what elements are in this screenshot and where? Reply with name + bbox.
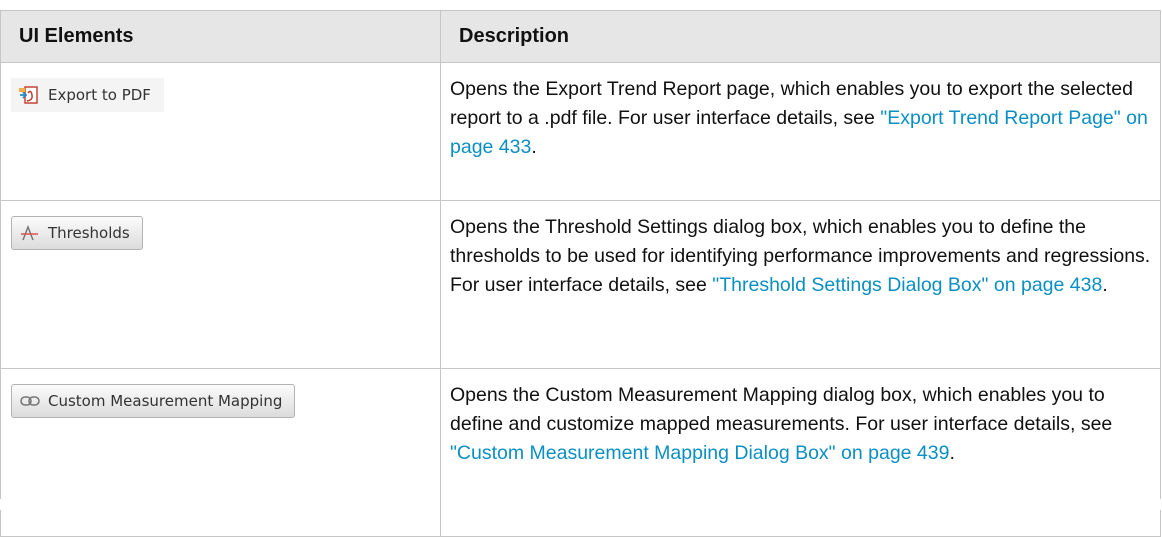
- header-ui-elements: UI Elements: [0, 10, 441, 63]
- custom-measurement-mapping-link[interactable]: "Custom Measurement Mapping Dialog Box" …: [450, 442, 949, 464]
- custom-measurement-mapping-button[interactable]: Custom Measurement Mapping: [11, 384, 296, 418]
- table-row: Thresholds Opens the Threshold Settings …: [0, 200, 1161, 369]
- export-to-pdf-button[interactable]: Export to PDF: [11, 78, 164, 112]
- page-cut-off: [0, 499, 1162, 510]
- ui-elements-table: UI Elements Description Export to PDF Op…: [0, 10, 1161, 537]
- description-cell: Opens the Threshold Settings dialog box,…: [440, 200, 1161, 369]
- description-cell: Opens the Export Trend Report page, whic…: [440, 62, 1161, 201]
- thresholds-button[interactable]: Thresholds: [11, 216, 143, 250]
- table-row: Export to PDF Opens the Export Trend Rep…: [0, 62, 1161, 201]
- ui-element-cell: Custom Measurement Mapping: [0, 368, 441, 537]
- description-end: .: [531, 136, 537, 158]
- chain-link-icon: [20, 395, 40, 407]
- custom-measurement-mapping-label: Custom Measurement Mapping: [48, 392, 283, 410]
- header-description: Description: [440, 10, 1161, 63]
- table-row: Custom Measurement Mapping Opens the Cus…: [0, 368, 1161, 537]
- table-header-row: UI Elements Description: [0, 10, 1161, 63]
- description-end: .: [1102, 274, 1108, 296]
- thresholds-icon: [20, 224, 40, 241]
- export-to-pdf-label: Export to PDF: [48, 86, 151, 104]
- thresholds-label: Thresholds: [48, 224, 130, 242]
- column-divider: [440, 499, 441, 510]
- description-text: Opens the Custom Measurement Mapping dia…: [450, 384, 1113, 435]
- threshold-settings-link[interactable]: "Threshold Settings Dialog Box" on page …: [712, 274, 1102, 296]
- pdf-export-icon: [18, 84, 40, 106]
- ui-element-cell: Export to PDF: [0, 62, 441, 201]
- description-end: .: [949, 442, 955, 464]
- description-cell: Opens the Custom Measurement Mapping dia…: [440, 368, 1161, 537]
- ui-element-cell: Thresholds: [0, 200, 441, 369]
